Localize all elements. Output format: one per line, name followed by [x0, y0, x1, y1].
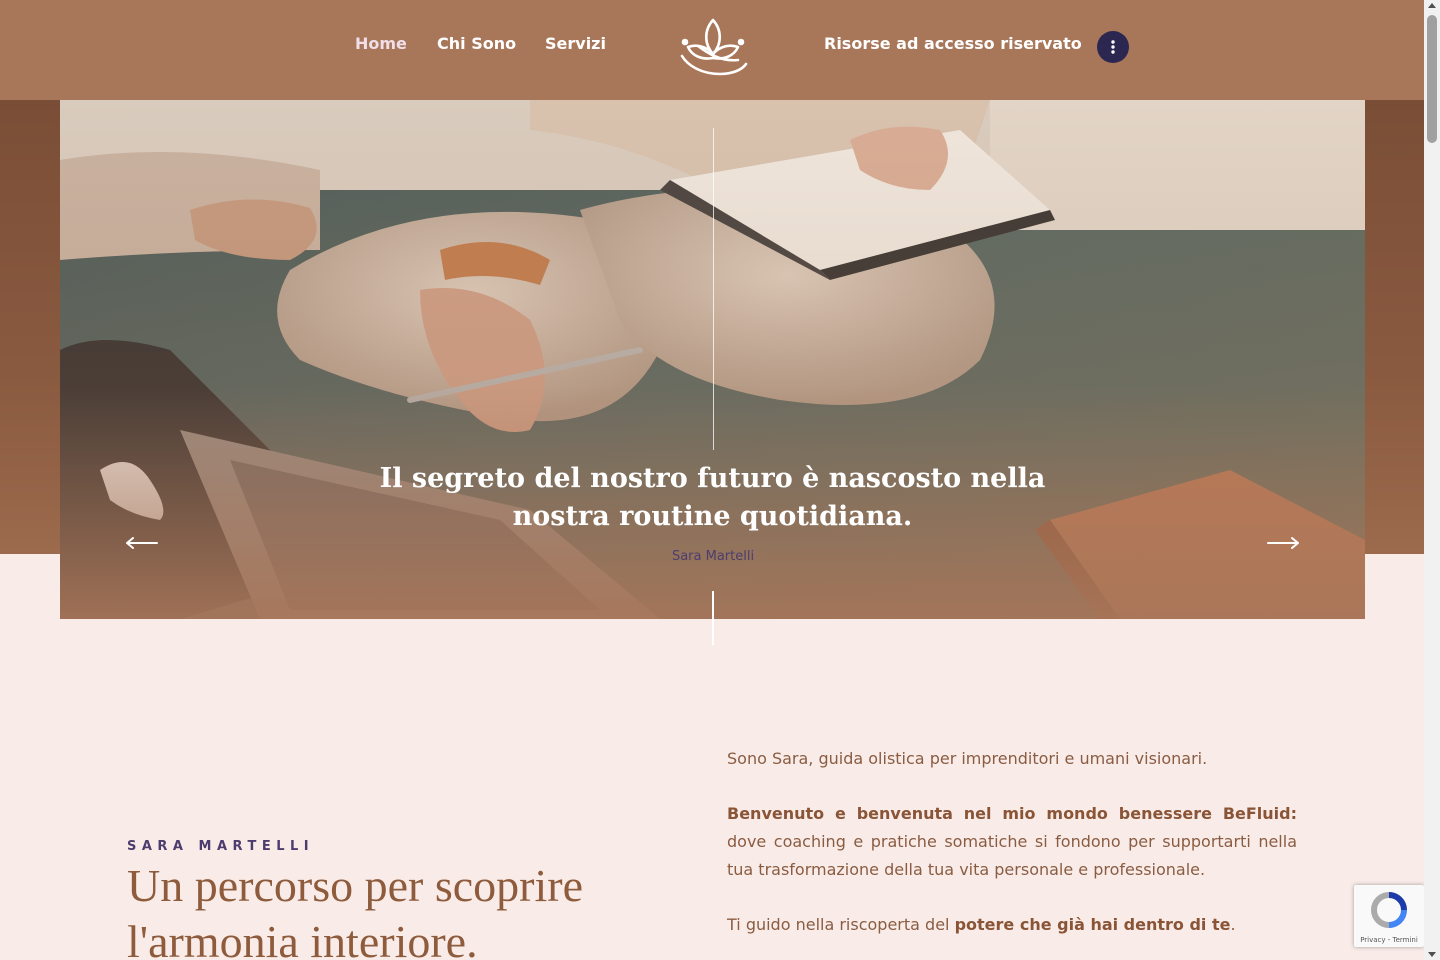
scroll-up-arrow-icon[interactable]	[1428, 3, 1436, 8]
nav-home-link[interactable]: Home	[355, 34, 407, 53]
more-menu-button[interactable]	[1097, 31, 1129, 63]
intro-paragraph-2-rest: dove coaching e pratiche somatiche si fo…	[727, 832, 1297, 879]
intro-paragraph-2-bold: Benvenuto e benvenuta nel mio mondo bene…	[727, 804, 1297, 823]
nav-reserved-resources-link[interactable]: Risorse ad accesso riservato	[824, 34, 1082, 53]
arrow-left-icon	[126, 537, 158, 549]
lotus-logo-icon[interactable]	[676, 16, 750, 78]
slider-prev-button[interactable]	[122, 530, 162, 556]
intro-paragraph-3: Ti guido nella riscoperta del potere che…	[727, 911, 1297, 939]
hero-quote-author: Sara Martelli	[671, 549, 755, 564]
arrow-right-icon	[1267, 537, 1299, 549]
intro-text: Sono Sara, guida olistica per imprendito…	[727, 745, 1297, 960]
nav-servizi-link[interactable]: Servizi	[545, 34, 606, 53]
intro-paragraph-3-bold: potere che già hai dentro di te	[954, 915, 1231, 934]
intro-paragraph-3-end: .	[1230, 915, 1236, 934]
vertical-dots-icon	[1111, 40, 1115, 54]
recaptcha-links[interactable]: Privacy - Termini	[1354, 936, 1424, 944]
site-header: Home Chi Sono Servizi Risorse ad accesso…	[0, 0, 1424, 100]
nav-chi-sono-link[interactable]: Chi Sono	[437, 34, 516, 53]
slider-next-button[interactable]	[1263, 530, 1303, 556]
section-title: Un percorso per scoprire l'armonia inter…	[127, 860, 583, 960]
recaptcha-icon	[1371, 892, 1407, 928]
intro-paragraph-2: Benvenuto e benvenuta nel mio mondo bene…	[727, 800, 1297, 884]
page: Home Chi Sono Servizi Risorse ad accesso…	[0, 0, 1424, 960]
vertical-scrollbar[interactable]	[1424, 0, 1440, 960]
hero-scroll-line	[712, 591, 714, 645]
scrollbar-thumb[interactable]	[1427, 15, 1437, 143]
recaptcha-badge[interactable]: Privacy - Termini	[1354, 885, 1424, 947]
hero-quote: Il segreto del nostro futuro è nascosto …	[379, 463, 1046, 532]
intro-paragraph-3-start: Ti guido nella riscoperta del	[727, 915, 955, 934]
scroll-down-arrow-icon[interactable]	[1428, 952, 1436, 957]
intro-paragraph-1: Sono Sara, guida olistica per imprendito…	[727, 749, 1208, 768]
section-eyebrow: SARA MARTELLI	[127, 839, 315, 854]
hero-divider-line	[713, 128, 714, 450]
